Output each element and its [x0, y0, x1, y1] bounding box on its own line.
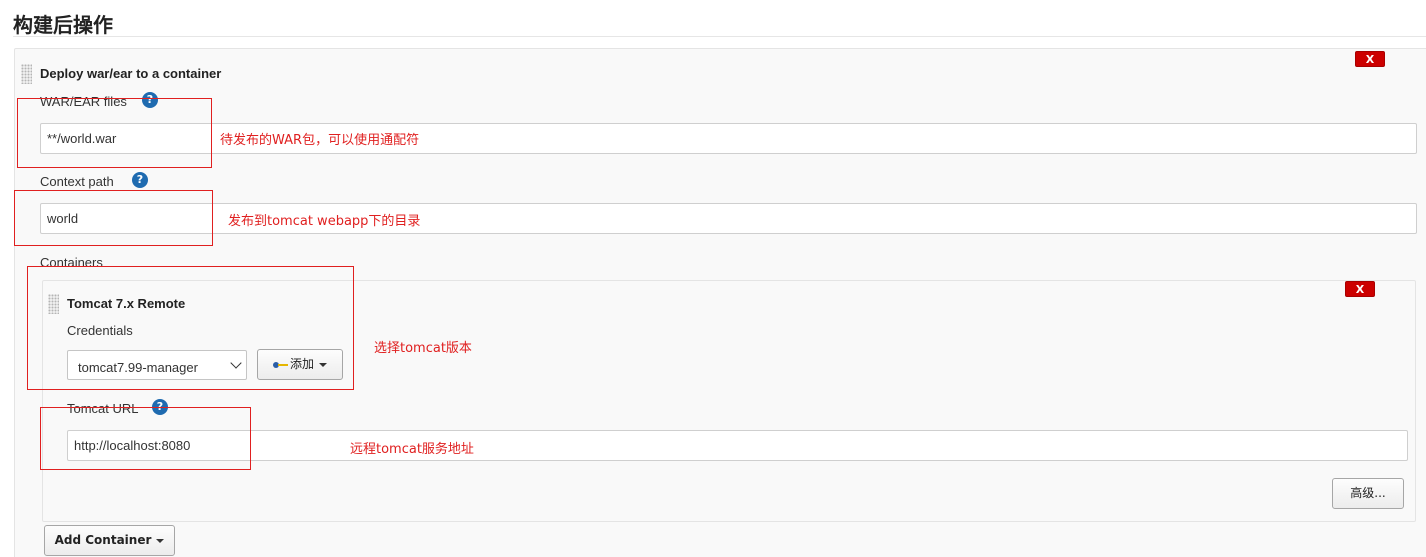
annotation-box-container: [27, 266, 354, 390]
annotation-container: 选择tomcat版本: [374, 341, 472, 356]
annotation-box-url: [40, 407, 251, 470]
annotation-box-context: [14, 190, 213, 246]
add-container-button[interactable]: Add Container: [44, 525, 175, 556]
annotation-war: 待发布的WAR包，可以使用通配符: [220, 133, 420, 148]
container-delete-button[interactable]: X: [1345, 281, 1375, 297]
context-path-help-icon[interactable]: ?: [132, 172, 148, 188]
section-divider: [13, 36, 1426, 37]
deploy-drag-handle[interactable]: [21, 64, 32, 84]
annotation-context: 发布到tomcat webapp下的目录: [228, 214, 421, 229]
tomcat-url-input[interactable]: http://localhost:8080: [67, 430, 1408, 461]
annotation-box-war: [17, 98, 212, 168]
deploy-title: Deploy war/ear to a container: [40, 66, 222, 81]
add-container-label: Add Container: [54, 533, 152, 547]
section-title: 构建后操作: [13, 13, 113, 37]
annotation-url: 远程tomcat服务地址: [350, 442, 474, 457]
deploy-delete-button[interactable]: X: [1355, 51, 1385, 67]
advanced-button[interactable]: 高级...: [1332, 478, 1404, 509]
context-path-label: Context path: [40, 174, 114, 189]
caret-down-icon: [156, 538, 165, 543]
